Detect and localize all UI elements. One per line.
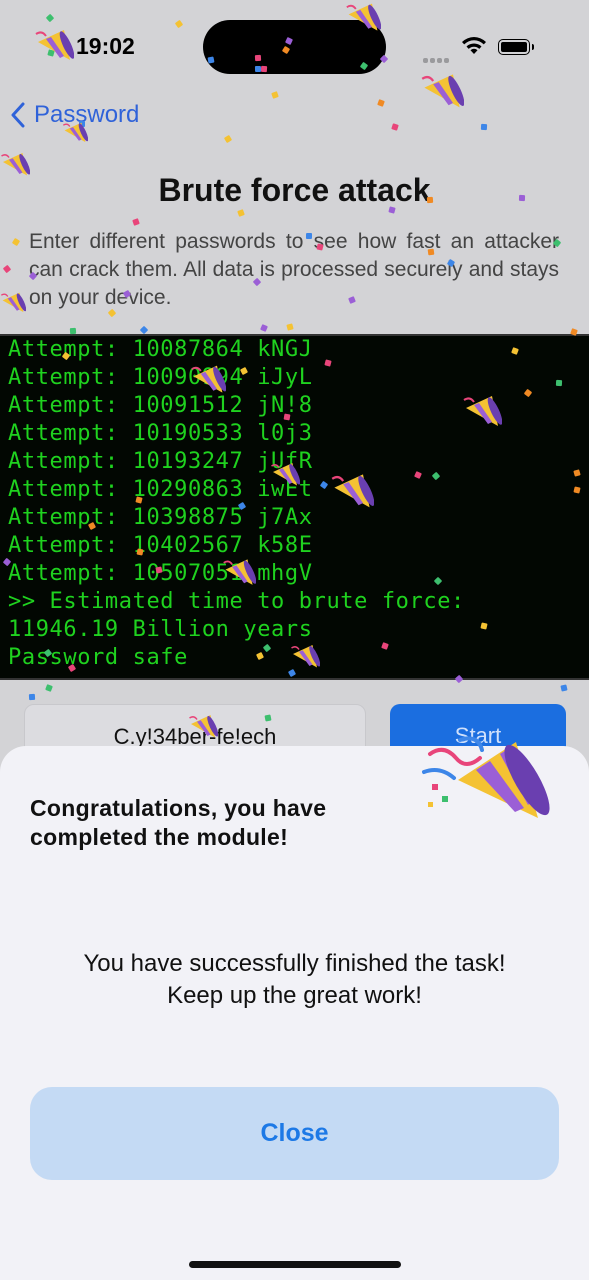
confetti-piece bbox=[264, 714, 272, 722]
confetti-piece bbox=[305, 232, 313, 240]
terminal-result: Password safe bbox=[8, 645, 188, 670]
confetti-piece bbox=[139, 325, 149, 335]
confetti-piece bbox=[555, 379, 563, 387]
terminal-line: Attempt: 10090994 iJyL bbox=[8, 365, 313, 390]
terminal-line: Attempt: 10290863 iwEt bbox=[8, 477, 313, 502]
success-message: You have successfully finished the task!… bbox=[0, 948, 589, 1012]
confetti-piece bbox=[286, 323, 294, 331]
page-description: Enter different passwords to see how fas… bbox=[29, 230, 559, 309]
terminal-line: Attempt: 10507051 mhgV bbox=[8, 561, 313, 586]
terminal-line: Attempt: 10091512 jN!8 bbox=[8, 393, 313, 418]
confetti-piece bbox=[377, 99, 385, 107]
party-popper-icon bbox=[0, 292, 26, 313]
close-button[interactable]: Close bbox=[30, 1087, 559, 1180]
dynamic-island bbox=[203, 20, 386, 74]
completion-sheet: Congratulations, you have completed the … bbox=[0, 736, 589, 1280]
terminal-estimate-label: >> Estimated time to brute force: bbox=[8, 589, 465, 614]
back-button-label: Password bbox=[34, 101, 140, 128]
sheet-heading: Congratulations, you have completed the … bbox=[30, 795, 327, 850]
status-time: 19:02 bbox=[76, 33, 135, 59]
success-message-line: Keep up the great work! bbox=[167, 982, 422, 1009]
confetti-piece bbox=[11, 237, 21, 247]
terminal-output: Attempt: 10087864 kNGJ Attempt: 10090994… bbox=[0, 334, 589, 680]
confetti-piece bbox=[69, 327, 77, 335]
confetti-piece bbox=[254, 54, 262, 62]
terminal-line: Attempt: 10087864 kNGJ bbox=[8, 337, 313, 362]
confetti-piece bbox=[480, 123, 488, 131]
confetti-piece bbox=[79, 121, 85, 127]
confetti-piece bbox=[260, 324, 268, 332]
confetti-piece bbox=[560, 684, 568, 692]
terminal-line: Attempt: 10190533 l0j3 bbox=[8, 421, 313, 446]
confetti-piece bbox=[2, 264, 12, 274]
confetti-piece bbox=[28, 693, 36, 701]
confetti-piece bbox=[45, 684, 53, 692]
confetti-piece bbox=[237, 209, 245, 217]
terminal-estimate-value: 11946.19 Billion years bbox=[8, 617, 313, 642]
confetti-piece bbox=[426, 196, 434, 204]
battery-icon bbox=[498, 39, 534, 55]
confetti-piece bbox=[518, 194, 526, 202]
success-message-line: You have successfully finished the task! bbox=[83, 950, 506, 977]
confetti-piece bbox=[427, 248, 435, 256]
confetti-piece bbox=[207, 56, 215, 64]
back-button[interactable]: Password bbox=[10, 98, 139, 132]
status-bar: 19:02 bbox=[0, 0, 589, 95]
confetti-piece bbox=[260, 65, 268, 73]
home-indicator bbox=[189, 1261, 401, 1268]
terminal-line: Attempt: 10402567 k58E bbox=[8, 533, 313, 558]
confetti-piece bbox=[254, 65, 262, 73]
confetti-piece bbox=[132, 218, 140, 226]
page-title: Brute force attack bbox=[158, 172, 431, 208]
wifi-icon bbox=[462, 37, 486, 54]
party-popper-icon bbox=[422, 736, 550, 818]
terminal-line: Attempt: 10193247 jUfR bbox=[8, 449, 313, 474]
confetti-piece bbox=[136, 548, 144, 556]
confetti-piece bbox=[391, 123, 399, 131]
chevron-left-icon bbox=[11, 102, 25, 128]
confetti-piece bbox=[223, 134, 233, 144]
cellular-signal-icon bbox=[423, 50, 451, 68]
confetti-piece bbox=[283, 413, 291, 421]
confetti-piece bbox=[388, 206, 396, 214]
